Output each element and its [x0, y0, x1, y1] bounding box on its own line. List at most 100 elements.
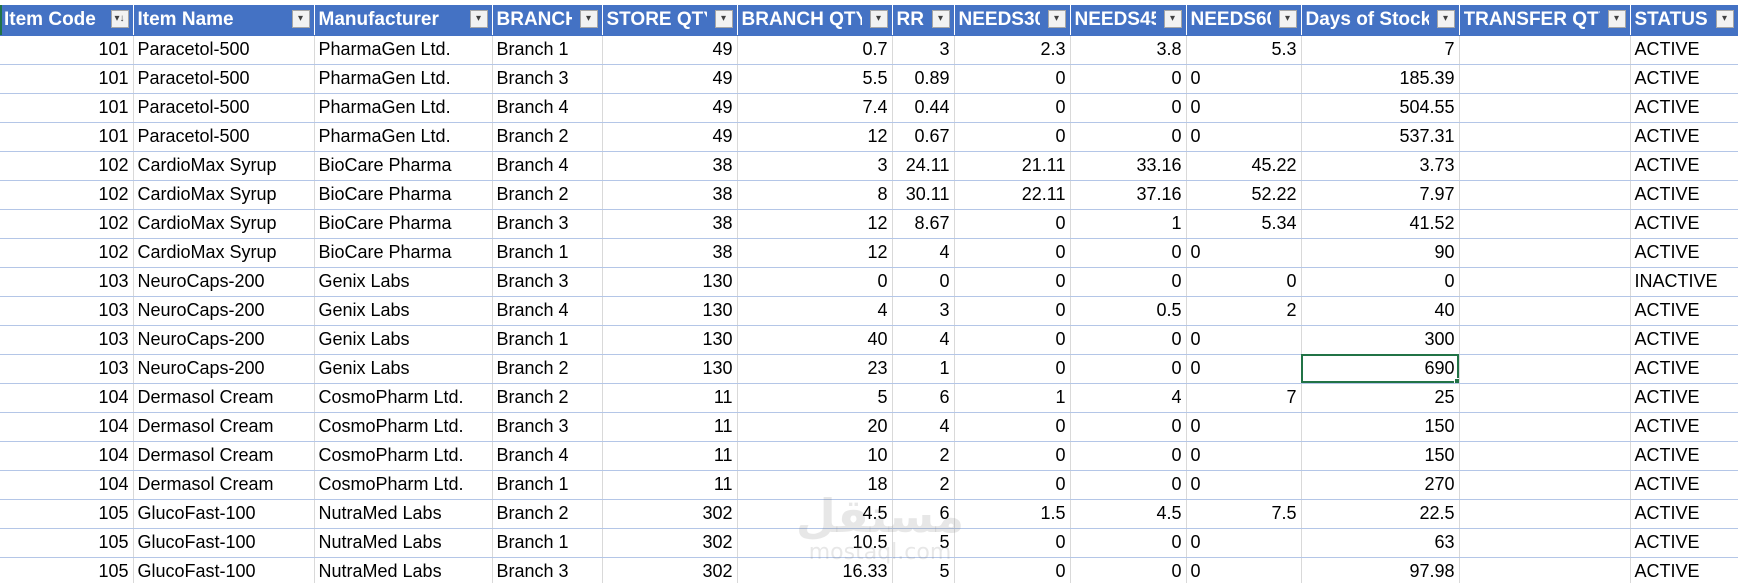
cell-branch-qty[interactable]: 3: [737, 151, 893, 181]
column-header-item-name[interactable]: Item Name ▾: [133, 5, 315, 36]
cell-store-qty[interactable]: 302: [602, 528, 738, 558]
cell-item-code[interactable]: 102: [0, 209, 134, 239]
cell-status[interactable]: ACTIVE: [1630, 528, 1738, 558]
filter-dropdown-icon[interactable]: ▾: [1278, 10, 1297, 28]
cell-branch-qty[interactable]: 12: [737, 209, 893, 239]
cell-status[interactable]: ACTIVE: [1630, 325, 1738, 355]
cell-needs45[interactable]: 1: [1070, 209, 1187, 239]
cell-manufacturer[interactable]: PharmaGen Ltd.: [314, 64, 493, 94]
cell-item-name[interactable]: Paracetol-500: [133, 64, 315, 94]
cell-transfer-qty[interactable]: [1459, 499, 1631, 529]
cell-item-name[interactable]: NeuroCaps-200: [133, 296, 315, 326]
cell-branch-qty[interactable]: 23: [737, 354, 893, 384]
cell-item-name[interactable]: CardioMax Syrup: [133, 238, 315, 268]
cell-item-name[interactable]: Paracetol-500: [133, 93, 315, 123]
cell-branch-qty[interactable]: 40: [737, 325, 893, 355]
cell-needs60[interactable]: 5.34: [1186, 209, 1302, 239]
cell-rr[interactable]: 5: [892, 528, 955, 558]
cell-item-code[interactable]: 104: [0, 412, 134, 442]
cell-branch-qty[interactable]: 16.33: [737, 557, 893, 583]
cell-status[interactable]: ACTIVE: [1630, 122, 1738, 152]
cell-item-name[interactable]: Dermasol Cream: [133, 412, 315, 442]
cell-store-qty[interactable]: 11: [602, 412, 738, 442]
cell-days-of-stock[interactable]: 537.31: [1301, 122, 1460, 152]
filter-dropdown-icon[interactable]: ▾: [1163, 10, 1182, 28]
cell-days-of-stock[interactable]: 300: [1301, 325, 1460, 355]
cell-transfer-qty[interactable]: [1459, 441, 1631, 471]
cell-days-of-stock[interactable]: 3.73: [1301, 151, 1460, 181]
cell-item-code[interactable]: 101: [0, 35, 134, 65]
cell-branch-qty[interactable]: 4: [737, 296, 893, 326]
cell-transfer-qty[interactable]: [1459, 238, 1631, 268]
cell-manufacturer[interactable]: BioCare Pharma: [314, 180, 493, 210]
cell-item-name[interactable]: GlucoFast-100: [133, 499, 315, 529]
cell-days-of-stock[interactable]: 185.39: [1301, 64, 1460, 94]
cell-branch-qty[interactable]: 4.5: [737, 499, 893, 529]
cell-needs30[interactable]: 0: [954, 209, 1071, 239]
cell-needs45[interactable]: 0: [1070, 528, 1187, 558]
cell-status[interactable]: ACTIVE: [1630, 557, 1738, 583]
cell-store-qty[interactable]: 49: [602, 35, 738, 65]
cell-store-qty[interactable]: 130: [602, 296, 738, 326]
cell-needs30[interactable]: 0: [954, 528, 1071, 558]
filter-dropdown-icon[interactable]: ▾: [869, 10, 888, 28]
cell-transfer-qty[interactable]: [1459, 151, 1631, 181]
cell-transfer-qty[interactable]: [1459, 64, 1631, 94]
column-header-store-qty[interactable]: STORE QTY ▾: [602, 5, 738, 36]
cell-rr[interactable]: 1: [892, 354, 955, 384]
cell-needs30[interactable]: 0: [954, 470, 1071, 500]
column-header-transfer-qty[interactable]: TRANSFER QTY ▾: [1459, 5, 1631, 36]
cell-needs60[interactable]: 52.22: [1186, 180, 1302, 210]
cell-item-code[interactable]: 103: [0, 354, 134, 384]
cell-days-of-stock[interactable]: 90: [1301, 238, 1460, 268]
cell-branch[interactable]: Branch 2: [492, 122, 603, 152]
cell-needs30[interactable]: 0: [954, 267, 1071, 297]
cell-manufacturer[interactable]: CosmoPharm Ltd.: [314, 412, 493, 442]
cell-store-qty[interactable]: 130: [602, 267, 738, 297]
cell-needs30[interactable]: 0: [954, 412, 1071, 442]
cell-days-of-stock[interactable]: 63: [1301, 528, 1460, 558]
cell-manufacturer[interactable]: PharmaGen Ltd.: [314, 93, 493, 123]
column-header-status[interactable]: STATUS ▾: [1630, 5, 1738, 36]
cell-item-code[interactable]: 102: [0, 238, 134, 268]
cell-status[interactable]: INACTIVE: [1630, 267, 1738, 297]
column-header-item-code[interactable]: Item Code ▾↓: [0, 5, 134, 36]
cell-branch[interactable]: Branch 1: [492, 35, 603, 65]
filter-dropdown-icon[interactable]: ▾: [1047, 10, 1066, 28]
cell-manufacturer[interactable]: NutraMed Labs: [314, 499, 493, 529]
filter-dropdown-icon[interactable]: ▾: [714, 10, 733, 28]
cell-status[interactable]: ACTIVE: [1630, 296, 1738, 326]
cell-branch[interactable]: Branch 4: [492, 296, 603, 326]
cell-store-qty[interactable]: 38: [602, 180, 738, 210]
cell-item-code[interactable]: 103: [0, 267, 134, 297]
cell-needs45[interactable]: 0: [1070, 325, 1187, 355]
cell-item-name[interactable]: GlucoFast-100: [133, 557, 315, 583]
cell-needs45[interactable]: 0.5: [1070, 296, 1187, 326]
cell-transfer-qty[interactable]: [1459, 354, 1631, 384]
cell-branch-qty[interactable]: 0: [737, 267, 893, 297]
cell-needs45[interactable]: 0: [1070, 557, 1187, 583]
filter-dropdown-icon[interactable]: ▾: [579, 10, 598, 28]
cell-transfer-qty[interactable]: [1459, 35, 1631, 65]
cell-branch-qty[interactable]: 7.4: [737, 93, 893, 123]
cell-branch[interactable]: Branch 2: [492, 383, 603, 413]
cell-store-qty[interactable]: 130: [602, 325, 738, 355]
cell-item-name[interactable]: Dermasol Cream: [133, 441, 315, 471]
cell-rr[interactable]: 30.11: [892, 180, 955, 210]
cell-item-name[interactable]: CardioMax Syrup: [133, 209, 315, 239]
cell-item-code[interactable]: 104: [0, 470, 134, 500]
cell-item-name[interactable]: Dermasol Cream: [133, 383, 315, 413]
cell-needs30[interactable]: 21.11: [954, 151, 1071, 181]
cell-manufacturer[interactable]: Genix Labs: [314, 267, 493, 297]
cell-days-of-stock[interactable]: 0: [1301, 267, 1460, 297]
cell-store-qty[interactable]: 38: [602, 238, 738, 268]
cell-needs30[interactable]: 0: [954, 93, 1071, 123]
cell-item-name[interactable]: NeuroCaps-200: [133, 267, 315, 297]
cell-item-code[interactable]: 104: [0, 383, 134, 413]
cell-item-name[interactable]: CardioMax Syrup: [133, 151, 315, 181]
cell-manufacturer[interactable]: Genix Labs: [314, 354, 493, 384]
cell-transfer-qty[interactable]: [1459, 296, 1631, 326]
cell-branch[interactable]: Branch 1: [492, 238, 603, 268]
cell-status[interactable]: ACTIVE: [1630, 354, 1738, 384]
cell-store-qty[interactable]: 302: [602, 557, 738, 583]
